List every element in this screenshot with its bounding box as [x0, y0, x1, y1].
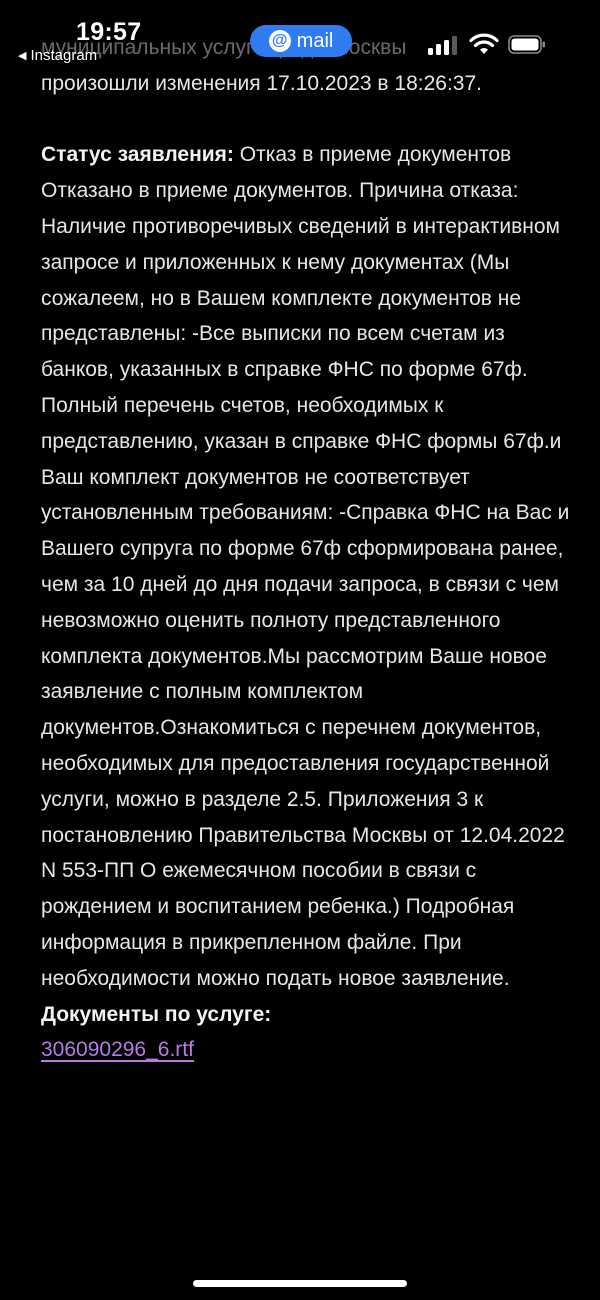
- intro-line: произошли изменения 17.10.2023 в 18:26:3…: [41, 71, 482, 95]
- battery-icon: [508, 35, 545, 54]
- home-indicator[interactable]: [193, 1280, 407, 1287]
- cellular-signal-icon: [428, 35, 458, 55]
- mail-pill-label: mail: [296, 29, 334, 52]
- refusal-body-text: Отказано в приеме документов. Причина от…: [41, 179, 570, 990]
- back-to-app-button[interactable]: ◀ Instagram: [18, 47, 97, 64]
- back-app-label: Instagram: [30, 47, 98, 64]
- status-paragraph: Статус заявления: Отказ в приеме докумен…: [41, 137, 571, 173]
- email-body: муниципальных услуг города Москвы произо…: [41, 30, 571, 1068]
- status-time: 19:57: [76, 18, 142, 46]
- status-value: Отказ в приеме документов: [233, 143, 512, 167]
- at-sign-icon: @: [268, 30, 291, 52]
- attachment-link[interactable]: 306090296_6.rtf: [41, 1038, 194, 1061]
- mail-app-pill[interactable]: @ mail: [250, 25, 352, 57]
- back-arrow-icon: ◀: [18, 50, 27, 62]
- status-label: Статус заявления:: [41, 143, 234, 167]
- wifi-icon: [469, 33, 499, 54]
- status-bar: 19:57 ◀ Instagram @ mail: [0, 0, 600, 70]
- documents-label: Документы по услуге:: [41, 1002, 272, 1026]
